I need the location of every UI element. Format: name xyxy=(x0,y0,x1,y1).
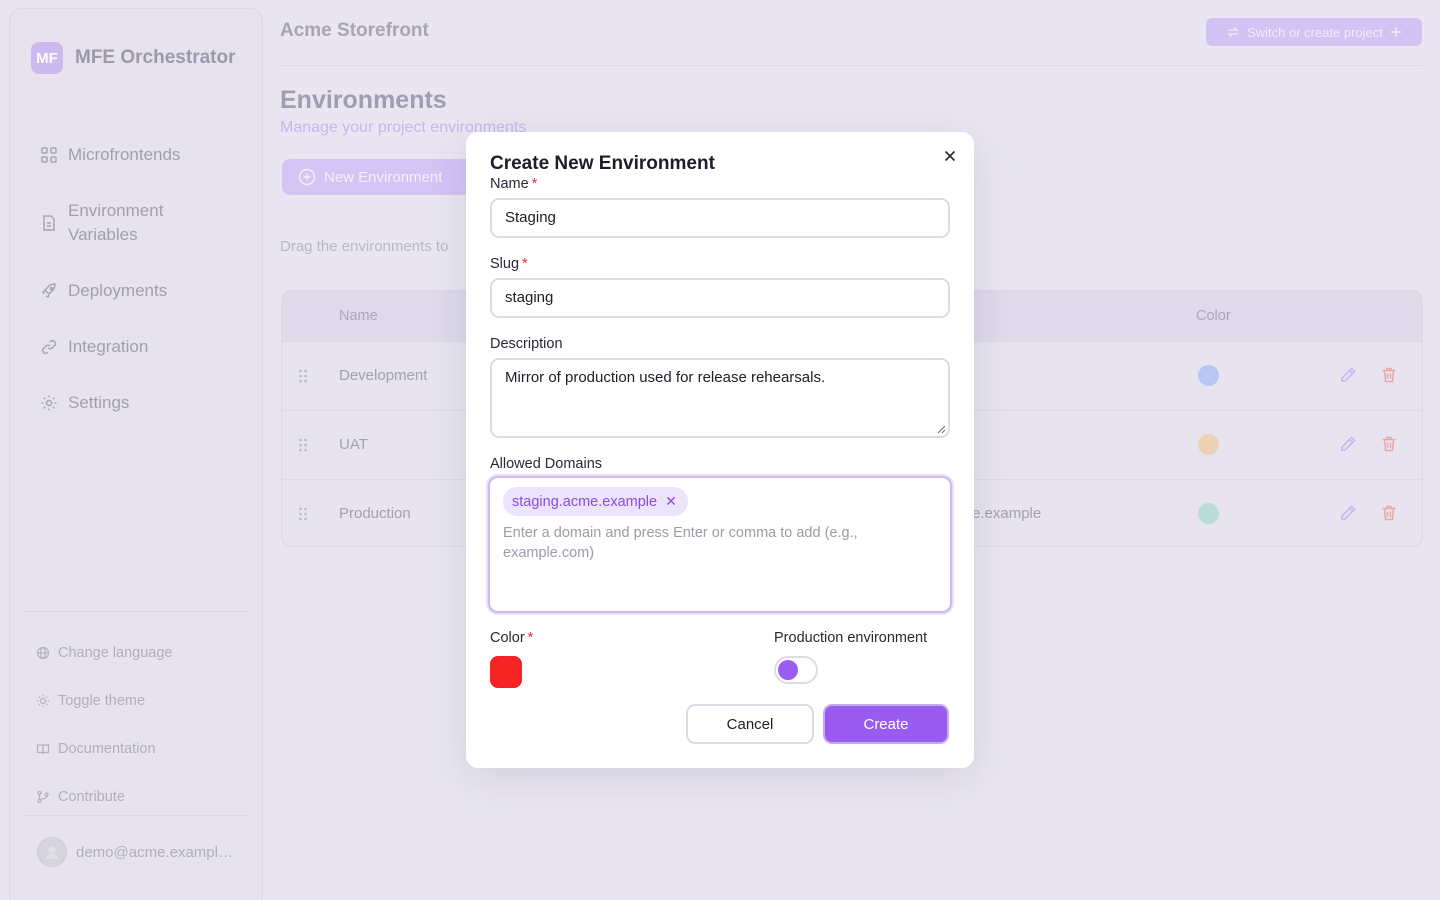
change-language-button[interactable]: Change language xyxy=(36,629,256,677)
required-asterisk: * xyxy=(527,630,534,646)
drag-handle-icon[interactable] xyxy=(298,368,308,384)
brand-logo: MF xyxy=(31,42,63,74)
sidebar-item-label: Deployments xyxy=(68,281,168,300)
resize-handle-icon[interactable] xyxy=(937,425,946,434)
gear-icon xyxy=(41,395,57,411)
color-picker[interactable] xyxy=(490,656,522,688)
plus-icon xyxy=(1390,27,1401,37)
sun-icon xyxy=(37,695,49,707)
environment-domain: e.example xyxy=(972,505,1042,522)
production-environment-label: Production environment xyxy=(774,630,928,646)
contribute-label: Contribute xyxy=(58,789,125,805)
user-icon xyxy=(45,846,59,859)
remove-domain-icon[interactable]: ✕ xyxy=(665,493,677,510)
environment-name: Production xyxy=(339,505,411,522)
brand[interactable]: MF MFE Orchestrator xyxy=(31,42,235,74)
user-menu[interactable]: demo@acme.example.com xyxy=(37,837,236,867)
column-header-name: Name xyxy=(339,308,378,324)
name-label-text: Name xyxy=(490,176,529,192)
domain-chip-label: staging.acme.example xyxy=(512,493,658,510)
sidebar-item-settings[interactable]: Settings xyxy=(32,385,252,421)
pencil-icon[interactable] xyxy=(1338,503,1358,523)
drag-handle-icon[interactable] xyxy=(298,506,308,522)
link-icon xyxy=(41,339,57,355)
domain-chip: staging.acme.example ✕ xyxy=(503,487,688,516)
slug-input[interactable]: staging xyxy=(490,278,950,318)
pencil-icon[interactable] xyxy=(1338,365,1358,385)
new-environment-label: New Environment xyxy=(324,168,443,186)
sidebar-item-label: Settings xyxy=(68,393,130,412)
toggle-theme-label: Toggle theme xyxy=(58,693,146,709)
switch-icon xyxy=(1227,27,1239,37)
header-divider xyxy=(280,65,1422,66)
required-asterisk: * xyxy=(522,256,528,272)
environment-color-swatch xyxy=(1198,365,1219,386)
switch-project-button[interactable]: Switch or create project xyxy=(1206,18,1422,46)
git-branch-icon xyxy=(37,790,49,804)
file-icon xyxy=(43,215,55,231)
sidebar-item-label: Microfrontends xyxy=(68,145,181,164)
description-label: Description xyxy=(490,336,563,352)
required-asterisk: * xyxy=(531,176,538,192)
dialog-title: Create New Environment xyxy=(490,153,715,174)
allowed-domains-label: Allowed Domains xyxy=(490,456,603,472)
environment-name: Development xyxy=(339,367,428,384)
sidebar: MF MFE Orchestrator Microfrontends Envir… xyxy=(9,8,263,900)
sidebar-item-label: Environment Variables xyxy=(68,201,164,244)
book-icon xyxy=(36,744,50,755)
pencil-icon[interactable] xyxy=(1338,434,1358,454)
change-language-label: Change language xyxy=(58,645,173,661)
name-label: Name * xyxy=(490,176,537,192)
create-button[interactable]: Create xyxy=(823,704,949,744)
color-label-text: Color xyxy=(490,630,525,646)
documentation-link[interactable]: Documentation xyxy=(36,725,256,773)
sidebar-nav: Microfrontends Environment Variables Dep… xyxy=(32,137,252,441)
contribute-link[interactable]: Contribute xyxy=(36,773,256,821)
name-input[interactable]: Staging xyxy=(490,198,950,238)
sidebar-item-environment-variables[interactable]: Environment Variables xyxy=(32,193,252,253)
new-environment-button[interactable]: New Environment xyxy=(282,159,472,195)
environment-name: UAT xyxy=(339,436,368,453)
sidebar-item-deployments[interactable]: Deployments xyxy=(32,273,252,309)
close-icon[interactable] xyxy=(942,148,958,164)
allowed-domains-input[interactable]: staging.acme.example ✕ Enter a domain an… xyxy=(488,476,952,613)
description-text: Mirror of production used for release re… xyxy=(505,369,826,386)
globe-icon xyxy=(36,646,50,660)
trash-icon[interactable] xyxy=(1379,365,1399,385)
plus-circle-icon xyxy=(298,168,316,186)
user-email: demo@acme.example.com xyxy=(76,843,236,861)
drag-hint: Drag the environments to xyxy=(280,238,449,255)
trash-icon[interactable] xyxy=(1379,503,1399,523)
slug-label: Slug * xyxy=(490,256,528,272)
sidebar-item-integration[interactable]: Integration xyxy=(32,329,252,365)
sidebar-utilities: Change language Toggle theme Documentati… xyxy=(36,629,256,821)
toggle-theme-button[interactable]: Toggle theme xyxy=(36,677,256,725)
sidebar-item-label: Integration xyxy=(68,337,149,356)
production-toggle[interactable] xyxy=(774,656,818,684)
environment-color-swatch xyxy=(1198,434,1219,455)
color-label: Color * xyxy=(490,630,533,646)
switch-project-label: Switch or create project xyxy=(1247,24,1383,40)
drag-handle-icon[interactable] xyxy=(298,437,308,453)
sidebar-divider xyxy=(24,611,250,612)
sidebar-item-microfrontends[interactable]: Microfrontends xyxy=(32,137,252,173)
grid-icon xyxy=(41,147,57,163)
cancel-button[interactable]: Cancel xyxy=(686,704,814,744)
domain-placeholder: Enter a domain and press Enter or comma … xyxy=(503,525,858,561)
sidebar-divider xyxy=(24,815,250,816)
brand-name: MFE Orchestrator xyxy=(75,47,236,68)
toggle-knob xyxy=(778,660,798,680)
rocket-icon xyxy=(41,283,56,299)
description-textarea[interactable]: Mirror of production used for release re… xyxy=(490,358,950,438)
column-header-color: Color xyxy=(1196,308,1231,324)
slug-label-text: Slug xyxy=(490,256,520,272)
project-title: Acme Storefront xyxy=(280,20,429,41)
page-title: Environments xyxy=(280,86,447,114)
trash-icon[interactable] xyxy=(1379,434,1399,454)
environment-color-swatch xyxy=(1198,503,1219,524)
create-environment-dialog: Create New Environment Name * Staging Slu… xyxy=(466,132,974,768)
avatar xyxy=(37,837,67,867)
documentation-label: Documentation xyxy=(58,741,156,757)
